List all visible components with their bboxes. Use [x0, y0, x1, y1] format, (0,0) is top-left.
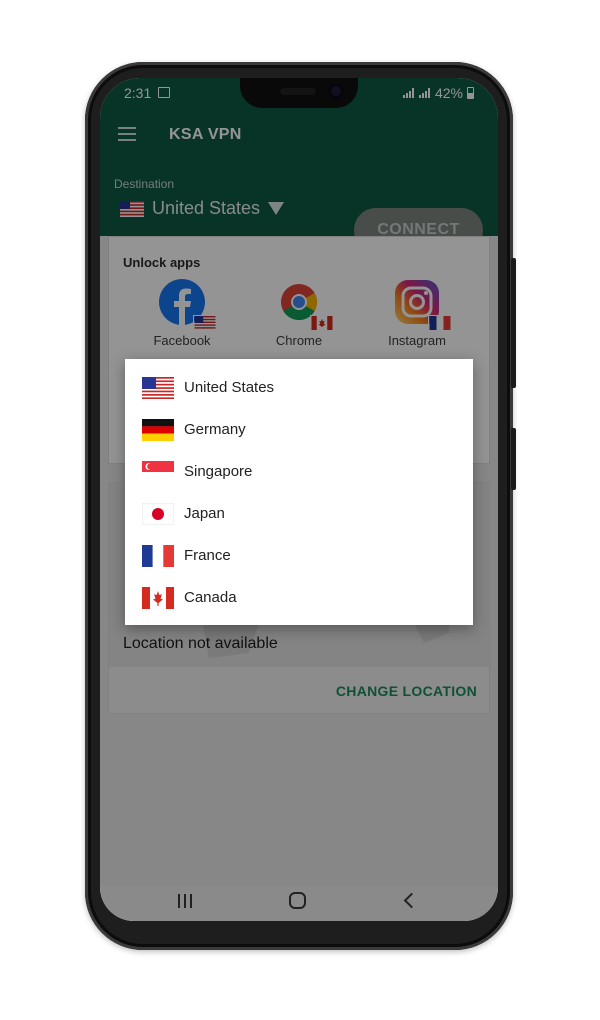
country-label: United States — [184, 379, 275, 396]
country-option-singapore[interactable]: Singapore — [125, 451, 473, 493]
country-label: France — [184, 547, 231, 564]
power-button — [511, 428, 516, 490]
country-label: Singapore — [184, 463, 253, 480]
country-option-japan[interactable]: Japan — [125, 493, 473, 535]
canada-flag-icon — [142, 587, 174, 609]
country-label: Germany — [184, 421, 246, 438]
country-label: Japan — [184, 505, 225, 522]
country-option-canada[interactable]: Canada — [125, 577, 473, 619]
germany-flag-icon — [142, 419, 174, 441]
us-flag-icon — [142, 377, 174, 399]
singapore-flag-icon — [142, 461, 174, 483]
country-label: Canada — [184, 589, 237, 606]
japan-flag-icon — [142, 503, 174, 525]
country-option-united-states[interactable]: United States — [125, 367, 473, 409]
volume-button — [511, 258, 516, 388]
france-flag-icon — [142, 545, 174, 567]
country-picker-dialog: United States Germany Singapore Japan Fr… — [125, 359, 473, 625]
country-option-germany[interactable]: Germany — [125, 409, 473, 451]
country-option-france[interactable]: France — [125, 535, 473, 577]
